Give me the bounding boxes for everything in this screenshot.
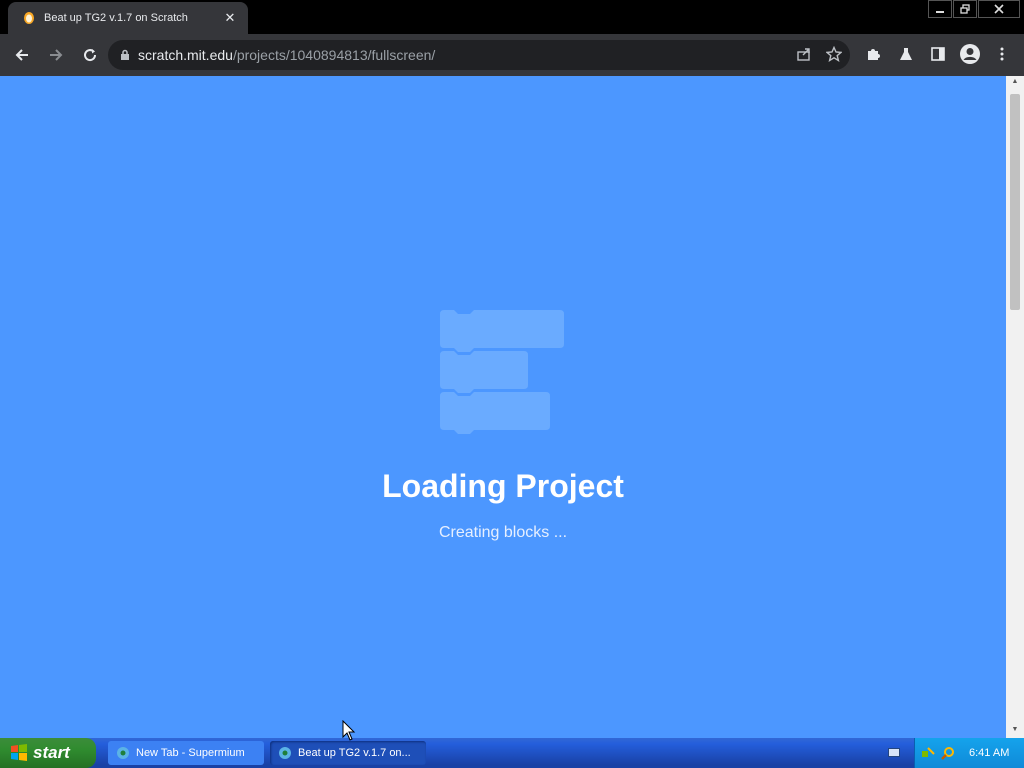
loading-status: Creating blocks ... xyxy=(438,524,568,541)
clock: 6:41 AM xyxy=(969,747,1010,759)
taskbar-item-new-tab[interactable]: New Tab - Supermium xyxy=(108,741,264,765)
bookmark-star-icon[interactable] xyxy=(825,45,843,67)
url-path: /projects/1040894813/fullscreen/ xyxy=(232,47,436,63)
window-close-button[interactable] xyxy=(978,0,1020,18)
tab-close-icon[interactable]: ✕ xyxy=(222,10,238,26)
browser-toolbar: scratch.mit.edu/projects/1040894813/full… xyxy=(0,34,1024,76)
reload-button[interactable] xyxy=(76,41,104,69)
loading-blocks-icon xyxy=(440,310,564,434)
network-icon[interactable] xyxy=(921,746,935,760)
start-label: start xyxy=(33,743,70,762)
scroll-down-arrow-icon[interactable]: ▼ xyxy=(1006,726,1024,736)
system-tray: 6:41 AM xyxy=(914,738,1024,768)
scroll-thumb[interactable] xyxy=(1010,94,1020,310)
supermium-browser-icon xyxy=(279,747,291,759)
windows-taskbar: start New Tab - Supermium Beat up TG2 v.… xyxy=(0,738,1024,768)
labs-flask-icon[interactable] xyxy=(894,41,918,67)
window-restore-button[interactable] xyxy=(953,0,977,18)
side-panel-icon[interactable] xyxy=(926,41,950,67)
tab-title: Beat up TG2 v.1.7 on Scratch xyxy=(44,12,188,24)
scratch-cat-icon xyxy=(22,11,36,25)
extensions-puzzle-icon[interactable] xyxy=(862,41,886,67)
windows-logo-icon xyxy=(11,744,27,761)
back-arrow-icon xyxy=(15,49,28,61)
back-button[interactable] xyxy=(8,41,36,69)
window-minimize-button[interactable] xyxy=(928,0,952,18)
profile-avatar-icon[interactable] xyxy=(958,41,982,67)
search-magnifier-icon[interactable] xyxy=(941,746,955,760)
taskbar-item-label: New Tab - Supermium xyxy=(136,747,245,759)
scratch-loading-screen: Loading Project Creating blocks ... xyxy=(0,76,1006,738)
forward-arrow-icon xyxy=(50,49,63,61)
keyboard-icon[interactable] xyxy=(888,748,900,757)
loading-title: Loading Project xyxy=(382,468,624,504)
url-host: scratch.mit.edu xyxy=(138,47,233,63)
scroll-up-arrow-icon[interactable]: ▲ xyxy=(1006,78,1024,88)
start-button[interactable]: start xyxy=(0,738,96,768)
tab-strip: Beat up TG2 v.1.7 on Scratch ✕ xyxy=(0,0,1024,34)
page-scrollbar[interactable]: ▲ ▼ xyxy=(1006,76,1024,738)
taskbar-item-label: Beat up TG2 v.1.7 on... xyxy=(298,747,411,759)
menu-kebab-icon[interactable] xyxy=(990,41,1014,67)
browser-tab[interactable]: Beat up TG2 v.1.7 on Scratch ✕ xyxy=(8,2,248,34)
address-bar[interactable]: scratch.mit.edu/projects/1040894813/full… xyxy=(108,40,850,70)
supermium-browser-icon xyxy=(117,747,129,759)
lock-icon xyxy=(121,49,129,60)
forward-button[interactable] xyxy=(42,41,70,69)
reload-icon xyxy=(84,49,97,62)
url-text: scratch.mit.edu/projects/1040894813/full… xyxy=(138,47,435,63)
mouse-cursor-icon xyxy=(342,720,356,741)
share-icon[interactable] xyxy=(796,46,812,67)
taskbar-item-scratch[interactable]: Beat up TG2 v.1.7 on... xyxy=(270,741,426,765)
